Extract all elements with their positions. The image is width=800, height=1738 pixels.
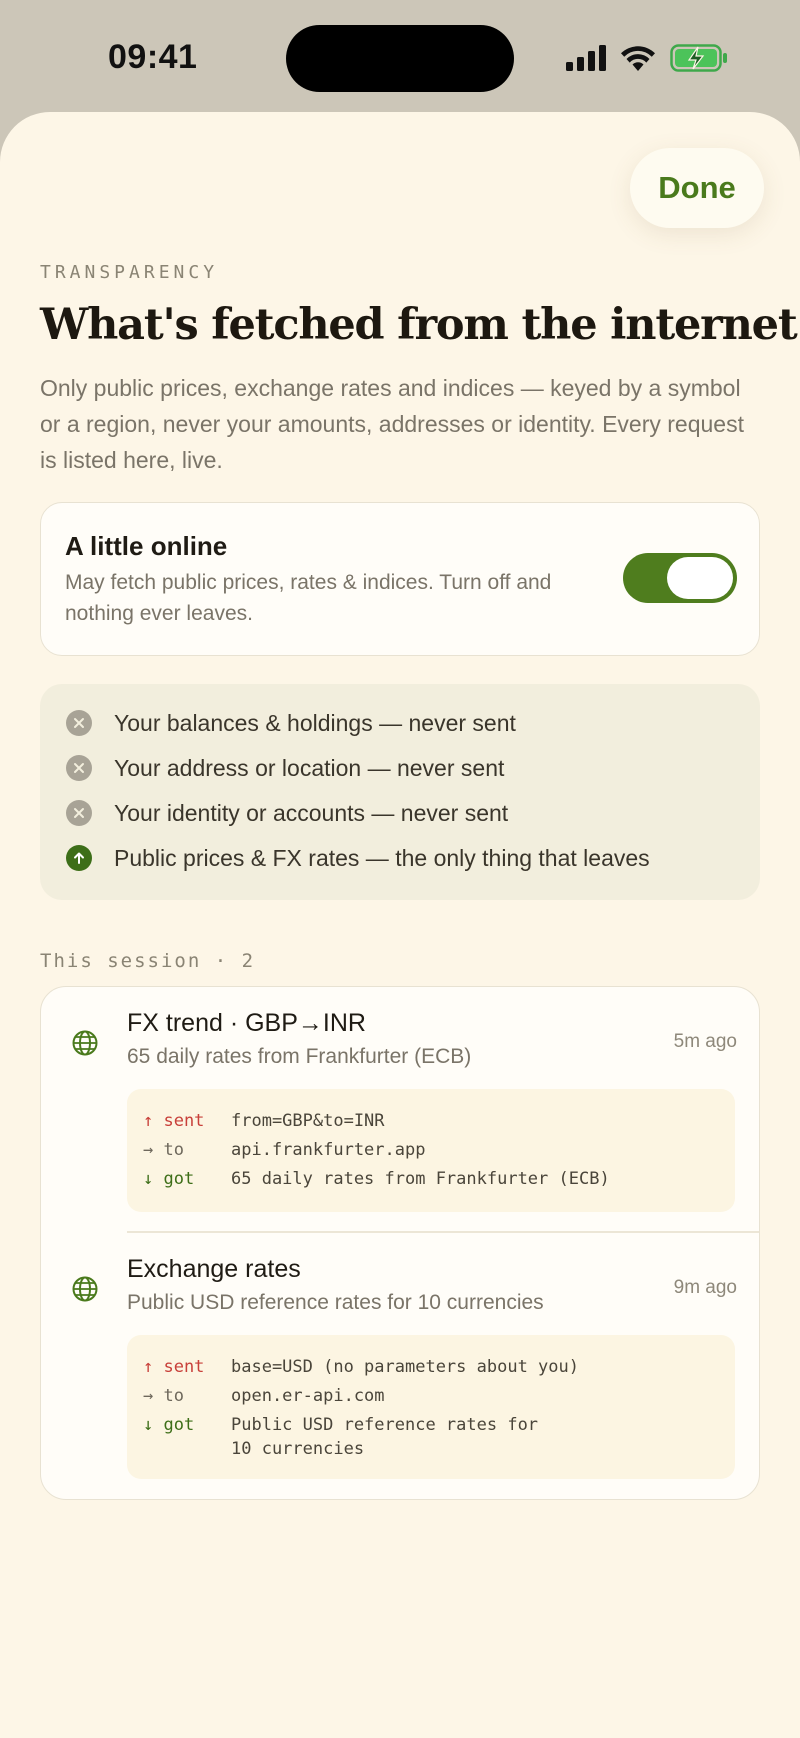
done-button[interactable]: Done bbox=[630, 148, 764, 228]
request-timestamp: 9m ago bbox=[673, 1277, 737, 1298]
privacy-item: Your address or location — never sent bbox=[66, 753, 504, 783]
log-key: ↑ sent bbox=[143, 1357, 205, 1377]
page-description: Only public prices, exchange rates and i… bbox=[40, 375, 744, 473]
battery-charging-icon bbox=[670, 44, 727, 72]
log-key: ↑ sent bbox=[143, 1111, 205, 1131]
log-value: 65 daily rates from Frankfurter (ECB) bbox=[231, 1169, 610, 1189]
log-line-sent: ↑ sent base=USD (no parameters about you… bbox=[143, 1353, 719, 1382]
privacy-item: Public prices & FX rates — the only thin… bbox=[66, 843, 650, 873]
log-key: → to bbox=[143, 1140, 184, 1160]
x-circle-icon bbox=[66, 755, 92, 781]
wifi-icon bbox=[621, 45, 655, 71]
x-circle-icon bbox=[66, 710, 92, 736]
arrow-up-circle-icon bbox=[66, 845, 92, 871]
log-line-to: → to open.er-api.com bbox=[143, 1382, 719, 1411]
privacy-item: Your identity or accounts — never sent bbox=[66, 798, 508, 828]
page-title: What's fetched from the internet bbox=[40, 300, 798, 350]
log-value: Public USD reference rates for 10 curren… bbox=[231, 1415, 539, 1459]
log-value: base=USD (no parameters about you) bbox=[231, 1357, 579, 1377]
request-log: ↑ sent base=USD (no parameters about you… bbox=[127, 1335, 735, 1479]
log-key: → to bbox=[143, 1386, 184, 1406]
x-circle-icon bbox=[66, 800, 92, 826]
privacy-item: Your balances & holdings — never sent bbox=[66, 708, 516, 738]
log-line-sent: ↑ sent from=GBP&to=INR bbox=[143, 1107, 719, 1136]
log-value: from=GBP&to=INR bbox=[231, 1111, 385, 1131]
section-eyebrow: TRANSPARENCY bbox=[40, 262, 219, 283]
request-timestamp: 5m ago bbox=[673, 1031, 737, 1052]
log-value: api.frankfurter.app bbox=[231, 1140, 426, 1160]
log-value: open.er-api.com bbox=[231, 1386, 385, 1406]
dynamic-island bbox=[286, 25, 514, 92]
log-key: ↓ got bbox=[143, 1415, 195, 1435]
session-label: This session · 2 bbox=[40, 950, 256, 972]
request-title: FX trend · GBP→INR bbox=[127, 1009, 366, 1037]
online-mode-title: A little online bbox=[65, 531, 228, 561]
privacy-item-text: Your identity or accounts — never sent bbox=[114, 799, 509, 826]
privacy-summary: Your balances & holdings — never sent Yo… bbox=[40, 684, 760, 900]
status-icons bbox=[566, 44, 728, 72]
globe-icon bbox=[72, 1030, 98, 1056]
request-subtitle: 65 daily rates from Frankfurter (ECB) bbox=[127, 1045, 472, 1068]
request-divider bbox=[127, 1231, 759, 1233]
request-title: Exchange rates bbox=[127, 1255, 301, 1283]
online-mode-card: A little online May fetch public prices,… bbox=[40, 502, 760, 656]
privacy-item-text: Public prices & FX rates — the only thin… bbox=[114, 844, 650, 871]
privacy-item-text: Your address or location — never sent bbox=[114, 754, 505, 781]
toggle-knob bbox=[667, 557, 733, 599]
request-log-card: FX trend · GBP→INR 65 daily rates from F… bbox=[40, 986, 760, 1500]
status-bar: 09:41 bbox=[0, 0, 800, 112]
request-log: ↑ sent from=GBP&to=INR → to api.frankfur… bbox=[127, 1089, 735, 1212]
log-line-got: ↓ got 65 daily rates from Frankfurter (E… bbox=[143, 1165, 719, 1194]
globe-icon bbox=[72, 1276, 98, 1302]
log-line-to: → to api.frankfurter.app bbox=[143, 1136, 719, 1165]
status-time: 09:41 bbox=[108, 38, 198, 76]
log-key: ↓ got bbox=[143, 1169, 195, 1189]
privacy-item-text: Your balances & holdings — never sent bbox=[114, 709, 516, 736]
online-mode-description: May fetch public prices, rates & indices… bbox=[65, 571, 552, 625]
log-line-got: ↓ got Public USD reference rates for 10 … bbox=[143, 1411, 719, 1461]
online-mode-toggle[interactable] bbox=[623, 553, 737, 603]
request-subtitle: Public USD reference rates for 10 curren… bbox=[127, 1291, 544, 1314]
cellular-signal-icon bbox=[566, 45, 606, 71]
transparency-sheet: Done TRANSPARENCY What's fetched from th… bbox=[0, 112, 800, 1738]
